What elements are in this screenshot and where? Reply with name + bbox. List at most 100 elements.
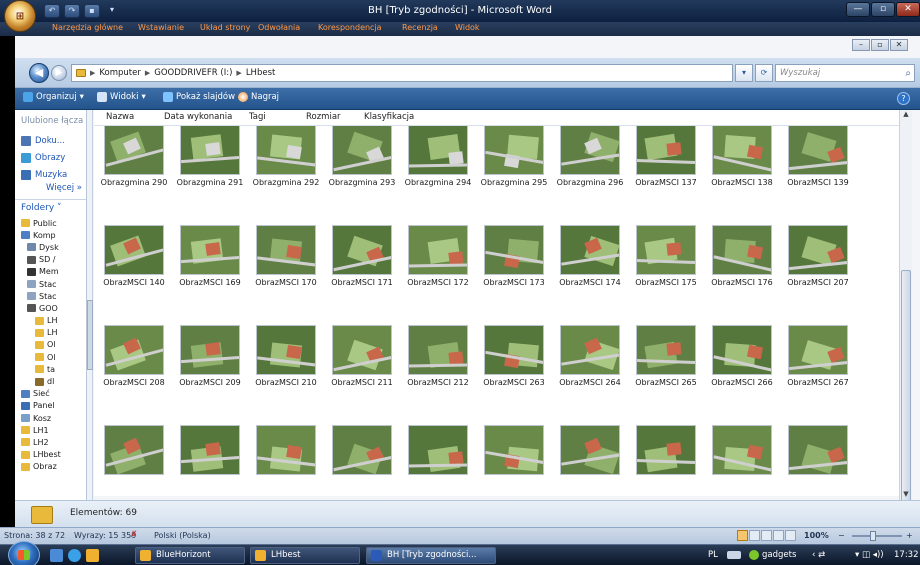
- close-button[interactable]: ✕: [896, 2, 920, 17]
- file-name-label[interactable]: Obrazgmina 293: [320, 178, 404, 187]
- file-name-label[interactable]: ObrazMSCI 267: [776, 378, 860, 387]
- clock[interactable]: 17:32: [894, 550, 919, 560]
- photo-thumbnail[interactable]: [712, 325, 772, 375]
- photo-thumbnail[interactable]: [560, 425, 620, 475]
- photo-thumbnail[interactable]: [256, 225, 316, 275]
- doc-restore-button[interactable]: ▫: [871, 39, 889, 51]
- file-tile[interactable]: [250, 421, 322, 496]
- photo-thumbnail[interactable]: [484, 126, 544, 175]
- file-tile[interactable]: ObrazMSCI 175: [630, 221, 702, 316]
- file-tile[interactable]: [402, 421, 474, 496]
- file-name-label[interactable]: ObrazMSCI 139: [776, 178, 860, 187]
- taskbar-word[interactable]: BH [Tryb zgodności...: [366, 547, 496, 564]
- file-tile[interactable]: ObrazMSCI 266: [706, 321, 778, 416]
- photo-thumbnail[interactable]: [332, 425, 392, 475]
- media-icon[interactable]: [86, 549, 99, 562]
- print-layout-icon[interactable]: [737, 530, 748, 541]
- file-name-label[interactable]: ObrazMSCI 209: [168, 378, 252, 387]
- file-tile[interactable]: ObrazMSCI 209: [174, 321, 246, 416]
- tree-item[interactable]: LH: [15, 327, 86, 339]
- show-desktop-icon[interactable]: [50, 549, 63, 562]
- forward-arrow-icon[interactable]: ▶: [51, 65, 67, 81]
- file-tile[interactable]: ObrazMSCI 172: [402, 221, 474, 316]
- photo-thumbnail[interactable]: [636, 325, 696, 375]
- tree-item[interactable]: Stac: [15, 278, 86, 290]
- file-tile[interactable]: ObrazMSCI 212: [402, 321, 474, 416]
- photo-thumbnail[interactable]: [180, 225, 240, 275]
- taskbar-bluehorizont[interactable]: BlueHorizont: [135, 547, 245, 564]
- file-name-label[interactable]: Obrazgmina 296: [548, 178, 632, 187]
- more-favorites-link[interactable]: Więcej »: [15, 183, 86, 199]
- zoom-knob[interactable]: [870, 531, 876, 541]
- photo-thumbnail[interactable]: [104, 126, 164, 175]
- file-name-label[interactable]: ObrazMSCI 137: [624, 178, 708, 187]
- file-tile[interactable]: Obrazgmina 291: [174, 126, 246, 216]
- photo-thumbnail[interactable]: [560, 325, 620, 375]
- photo-thumbnail[interactable]: [332, 325, 392, 375]
- photo-thumbnail[interactable]: [408, 126, 468, 175]
- scroll-down-icon[interactable]: ▼: [900, 490, 912, 500]
- file-tile[interactable]: ObrazMSCI 207: [782, 221, 854, 316]
- file-name-label[interactable]: ObrazMSCI 140: [94, 278, 176, 287]
- breadcrumb-folder[interactable]: LHbest: [246, 68, 276, 78]
- tab-view[interactable]: Widok: [455, 23, 480, 32]
- file-tile[interactable]: ObrazMSCI 176: [706, 221, 778, 316]
- column-rating[interactable]: Klasyfikacja: [364, 112, 414, 122]
- maximize-button[interactable]: ▫: [871, 2, 895, 17]
- tree-item[interactable]: Dysk: [15, 241, 86, 253]
- file-name-label[interactable]: ObrazMSCI 212: [396, 378, 480, 387]
- tree-item[interactable]: GOO: [15, 302, 86, 314]
- tree-item[interactable]: Obraz: [15, 461, 86, 473]
- file-tile[interactable]: ObrazMSCI 174: [554, 221, 626, 316]
- file-tile[interactable]: [630, 421, 702, 496]
- column-size[interactable]: Rozmiar: [306, 112, 341, 122]
- file-name-label[interactable]: ObrazMSCI 264: [548, 378, 632, 387]
- photo-thumbnail[interactable]: [408, 425, 468, 475]
- file-tile[interactable]: [706, 421, 778, 496]
- office-button[interactable]: ⊞: [4, 0, 36, 32]
- file-name-label[interactable]: ObrazMSCI 266: [700, 378, 784, 387]
- refresh-icon[interactable]: ⟳: [755, 64, 773, 82]
- spellcheck-icon[interactable]: ✗: [130, 530, 142, 542]
- nav-scrollbar[interactable]: [87, 110, 93, 500]
- file-tile[interactable]: [98, 421, 170, 496]
- photo-thumbnail[interactable]: [104, 325, 164, 375]
- file-name-label[interactable]: Obrazgmina 291: [168, 178, 252, 187]
- file-tile[interactable]: ObrazMSCI 173: [478, 221, 550, 316]
- file-name-label[interactable]: ObrazMSCI 210: [244, 378, 328, 387]
- photo-thumbnail[interactable]: [484, 225, 544, 275]
- scroll-up-icon[interactable]: ▲: [900, 110, 912, 120]
- file-name-label[interactable]: ObrazMSCI 208: [94, 378, 176, 387]
- burn-button[interactable]: Nagraj: [238, 92, 279, 102]
- file-tile[interactable]: ObrazMSCI 140: [98, 221, 170, 316]
- tree-item[interactable]: Komp: [15, 229, 86, 241]
- file-tile[interactable]: Obrazgmina 290: [98, 126, 170, 216]
- photo-thumbnail[interactable]: [712, 225, 772, 275]
- photo-thumbnail[interactable]: [560, 126, 620, 175]
- slideshow-button[interactable]: Pokaż slajdów: [163, 92, 235, 102]
- file-tile[interactable]: ObrazMSCI 171: [326, 221, 398, 316]
- photo-thumbnail[interactable]: [788, 225, 848, 275]
- tree-item[interactable]: Panel: [15, 400, 86, 412]
- gadgets-toolbar[interactable]: gadgets: [762, 550, 796, 560]
- tree-item[interactable]: Ol: [15, 339, 86, 351]
- tree-item[interactable]: Stac: [15, 290, 86, 302]
- photo-thumbnail[interactable]: [180, 126, 240, 175]
- file-tile[interactable]: ObrazMSCI 264: [554, 321, 626, 416]
- file-tile[interactable]: [174, 421, 246, 496]
- file-name-label[interactable]: Obrazgmina 294: [396, 178, 480, 187]
- file-tile[interactable]: ObrazMSCI 139: [782, 126, 854, 216]
- photo-thumbnail[interactable]: [484, 325, 544, 375]
- file-name-label[interactable]: ObrazMSCI 138: [700, 178, 784, 187]
- keyboard-icon[interactable]: [727, 551, 741, 559]
- photo-thumbnail[interactable]: [256, 325, 316, 375]
- photo-thumbnail[interactable]: [332, 126, 392, 175]
- tree-item[interactable]: Public: [15, 217, 86, 229]
- tree-item[interactable]: Mem: [15, 266, 86, 278]
- file-tile[interactable]: ObrazMSCI 137: [630, 126, 702, 216]
- tree-item[interactable]: LHbest: [15, 449, 86, 461]
- file-tile[interactable]: Obrazgmina 296: [554, 126, 626, 216]
- tab-page-layout[interactable]: Układ strony: [200, 23, 250, 32]
- file-tile[interactable]: Obrazgmina 292: [250, 126, 322, 216]
- folders-header[interactable]: Foldery ˅: [15, 199, 86, 217]
